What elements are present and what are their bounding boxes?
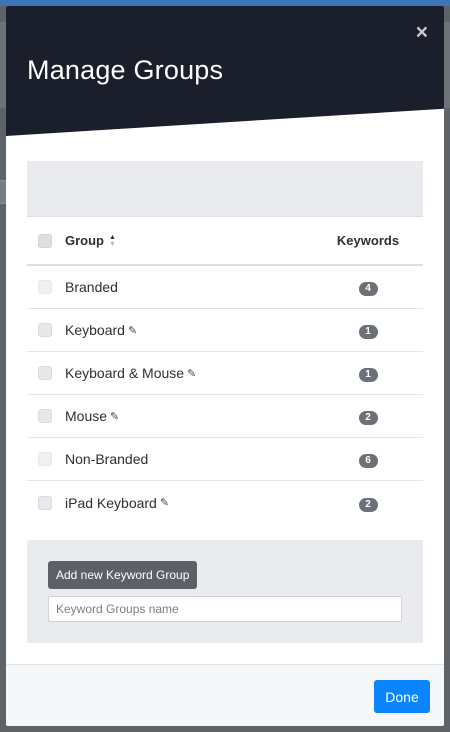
select-all-checkbox[interactable]	[38, 233, 52, 248]
sort-icon[interactable]: ▲ ▼	[109, 234, 116, 248]
modal-footer: Done	[6, 664, 444, 726]
row-checkbox[interactable]	[38, 280, 52, 294]
group-name: Non-Branded	[65, 451, 149, 467]
group-column-header[interactable]: Group ▲ ▼	[65, 233, 313, 248]
keyword-count-badge: 2	[358, 497, 378, 512]
group-name-input[interactable]	[48, 596, 402, 622]
modal-title: Manage Groups	[27, 55, 224, 85]
group-name: iPad Keyboard	[65, 494, 157, 511]
keyword-count-badge: 1	[358, 368, 378, 382]
pencil-icon[interactable]: ✎	[128, 324, 137, 337]
table-row: Keyboard ✎ 1	[27, 309, 423, 352]
table-row: Keyboard & Mouse ✎ 1	[27, 352, 423, 395]
row-checkbox[interactable]	[38, 409, 52, 423]
groups-table: Group ▲ ▼ Keywords Branded 4 Keyboard ✎ 1…	[27, 216, 423, 524]
table-row: Mouse ✎ 2	[27, 395, 423, 438]
group-name: Keyboard & Mouse	[65, 365, 185, 381]
close-icon[interactable]: ×	[416, 22, 428, 43]
keywords-column-header: Keywords	[336, 233, 400, 248]
table-toolbar	[27, 161, 423, 216]
keyword-count-badge: 6	[358, 454, 378, 468]
pencil-icon[interactable]: ✎	[160, 496, 169, 509]
group-header-label: Group	[65, 233, 104, 248]
pencil-icon[interactable]: ✎	[110, 410, 119, 423]
row-checkbox[interactable]	[38, 495, 52, 510]
table-header: Group ▲ ▼ Keywords	[27, 216, 423, 266]
done-button[interactable]: Done	[374, 680, 430, 713]
group-name: Mouse	[65, 408, 108, 424]
keyword-count-badge: 2	[358, 411, 378, 425]
row-checkbox[interactable]	[38, 452, 52, 466]
row-checkbox[interactable]	[38, 323, 52, 337]
add-keyword-group-button[interactable]: Add new Keyword Group	[48, 561, 198, 589]
pencil-icon[interactable]: ✎	[187, 367, 196, 380]
group-name: Branded	[65, 279, 118, 295]
table-row: Branded 4	[27, 266, 423, 309]
keyword-count-badge: 4	[358, 282, 378, 296]
manage-groups-modal: Manage Groups × Group ▲ ▼ Keywords Brande…	[6, 6, 444, 726]
table-row: Non-Branded 6	[27, 438, 423, 481]
row-checkbox[interactable]	[38, 366, 52, 380]
table-row: iPad Keyboard ✎ 2	[27, 481, 423, 524]
group-name: Keyboard	[65, 322, 125, 338]
add-group-panel: Add new Keyword Group	[27, 540, 423, 643]
keyword-count-badge: 1	[358, 325, 378, 339]
